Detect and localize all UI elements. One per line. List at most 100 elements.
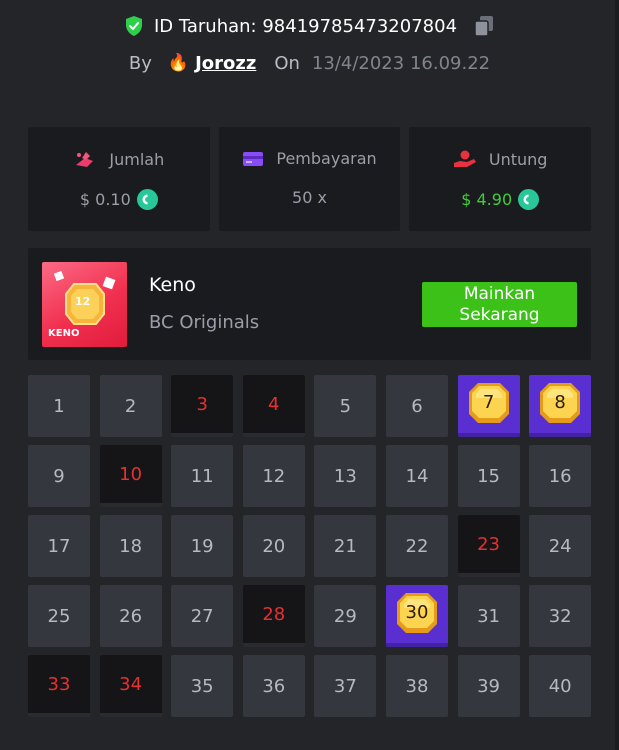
keno-number: 40: [548, 675, 572, 697]
keno-cell-hit: 7: [457, 375, 520, 437]
keno-number: 5: [339, 395, 352, 417]
game-provider: BC Originals: [149, 312, 260, 333]
keno-cell: 17: [28, 515, 90, 577]
stat-card-profit: Untung $ 4.90: [409, 127, 592, 231]
keno-cell: 37: [314, 655, 377, 717]
keno-cell-miss: 3: [171, 375, 234, 437]
user-link[interactable]: 🔥 Jorozz: [168, 53, 256, 74]
keno-cell: 36: [242, 655, 305, 717]
bet-date: 13/4/2023 16.09.22: [311, 52, 491, 74]
keno-number: 38: [405, 675, 429, 697]
keno-number: 35: [190, 675, 214, 697]
keno-number: 34: [119, 673, 143, 695]
keno-number: 32: [548, 605, 572, 627]
bc-coin-icon: [136, 189, 158, 210]
keno-number: 16: [548, 465, 572, 487]
keno-number: 12: [262, 465, 286, 487]
bet-id-row: ID Taruhan: 98419785473207804: [0, 12, 619, 40]
keno-cell: 35: [171, 655, 234, 717]
profit-hand-icon: [453, 150, 476, 167]
thumb-label: KENO: [48, 328, 80, 339]
keno-number: 37: [333, 675, 357, 697]
by-label: By: [128, 52, 152, 74]
keno-number: 30: [405, 601, 429, 623]
keno-number: 7: [482, 391, 495, 413]
stat-label: Untung: [488, 149, 548, 169]
keno-cell-hit: 30: [385, 585, 448, 647]
keno-thumbnail[interactable]: 12 KENO: [42, 262, 127, 347]
play-now-button[interactable]: Mainkan Sekarang: [422, 282, 577, 327]
keno-number: 1: [53, 395, 65, 417]
verified-shield-icon: [125, 16, 142, 36]
keno-number: 2: [124, 395, 137, 417]
keno-board: 1 2 3 4 5 6 7 8 9 10 11 12 13 14 15 16 17 18 19 20 21 22 23 24 2…: [28, 375, 592, 717]
keno-cell: 13: [314, 445, 377, 507]
keno-cell: 40: [529, 655, 592, 717]
game-title[interactable]: Keno: [149, 274, 196, 296]
bc-coin-icon: [518, 189, 540, 210]
keno-number: 21: [333, 535, 357, 557]
scroll-edge: [615, 0, 619, 750]
keno-cell: 24: [529, 515, 592, 577]
copy-icon[interactable]: [473, 14, 495, 38]
keno-cell-miss: 10: [99, 445, 162, 507]
game-card: 12 KENO Keno BC Originals Mainkan Sekara…: [28, 248, 591, 360]
keno-cell: 18: [99, 515, 162, 577]
bet-detail-page: ID Taruhan: 98419785473207804 By 🔥 Joroz…: [0, 0, 619, 750]
stat-value: $ 4.90: [461, 190, 513, 209]
keno-number: 18: [119, 535, 143, 557]
keno-cell: 6: [385, 375, 448, 437]
keno-cell: 31: [457, 585, 520, 647]
keno-cell: 14: [385, 445, 448, 507]
thumb-number: 12: [75, 295, 91, 308]
stat-card-amount: Jumlah $ 0.10: [28, 127, 210, 231]
keno-number: 14: [405, 465, 429, 487]
keno-number: 17: [47, 535, 71, 557]
bet-stats: Jumlah $ 0.10 Pembayaran 50 x Untung $ 4…: [28, 127, 592, 231]
keno-number: 11: [190, 465, 214, 487]
keno-number: 6: [411, 395, 423, 417]
stat-label: Jumlah: [109, 149, 165, 169]
keno-number: 3: [196, 393, 208, 415]
keno-cell: 9: [28, 445, 90, 507]
keno-number: 26: [119, 605, 143, 627]
keno-number: 4: [268, 393, 280, 415]
keno-cell-miss: 34: [99, 655, 162, 717]
bet-meta-row: By 🔥 Jorozz On 13/4/2023 16.09.22: [0, 48, 619, 78]
keno-cell: 21: [314, 515, 377, 577]
keno-cell: 19: [171, 515, 234, 577]
keno-cell-miss: 4: [242, 375, 305, 437]
keno-cell: 27: [171, 585, 234, 647]
keno-cell: 11: [171, 445, 234, 507]
keno-cell: 26: [99, 585, 162, 647]
keno-number: 39: [477, 675, 501, 697]
keno-number: 31: [477, 605, 501, 627]
keno-cell: 22: [385, 515, 448, 577]
keno-cell: 20: [242, 515, 305, 577]
keno-cell: 29: [314, 585, 377, 647]
keno-cell: 5: [314, 375, 377, 437]
bet-amount-icon: [76, 152, 94, 167]
bet-id: ID Taruhan: 98419785473207804: [153, 15, 458, 37]
keno-cell-miss: 23: [457, 515, 520, 577]
stat-card-payout: Pembayaran 50 x: [218, 127, 401, 231]
keno-number: 15: [477, 465, 501, 487]
keno-cell: 12: [242, 445, 305, 507]
keno-number: 29: [333, 605, 357, 627]
keno-number: 19: [190, 535, 214, 557]
username[interactable]: Jorozz: [195, 53, 256, 74]
stat-value: 50 x: [292, 188, 327, 207]
keno-number: 24: [548, 535, 572, 557]
keno-number: 36: [262, 675, 286, 697]
keno-cell: 39: [457, 655, 520, 717]
on-label: On: [274, 52, 300, 74]
keno-cell-miss: 33: [28, 655, 90, 717]
stat-label: Pembayaran: [276, 149, 377, 168]
keno-cell: 32: [529, 585, 592, 647]
keno-cell-hit: 8: [529, 375, 592, 437]
keno-cell: 16: [529, 445, 592, 507]
keno-number: 23: [477, 533, 501, 555]
keno-number: 13: [333, 465, 357, 487]
keno-number: 28: [262, 603, 286, 625]
flame-icon: 🔥: [167, 53, 190, 73]
